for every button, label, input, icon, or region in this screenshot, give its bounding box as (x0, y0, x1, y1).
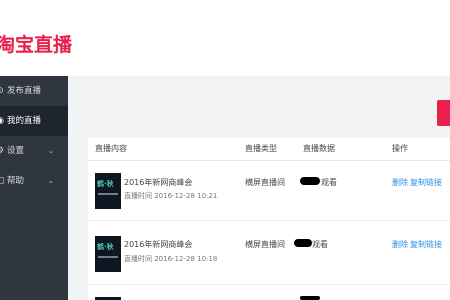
thumbnail-text: 鹤·秋 (97, 180, 114, 188)
sidebar-item-my-live[interactable]: ◉ 我的直播 (0, 106, 68, 136)
column-header-type: 直播类型 (245, 144, 277, 153)
live-icon: ◉ (0, 106, 5, 136)
redacted-count (300, 296, 320, 300)
table-header-divider (88, 160, 450, 161)
redacted-count (300, 177, 320, 185)
sidebar-item-help[interactable]: ▢ 帮助 ⌄ (0, 166, 68, 196)
delete-link[interactable]: 删除 (392, 239, 408, 250)
row-divider (88, 220, 450, 221)
copy-link[interactable]: 复制链接 (410, 177, 442, 188)
header-bar: 淘宝直播 (0, 0, 450, 76)
live-type: 横屏直播间 (245, 178, 285, 187)
copy-link[interactable]: 复制链接 (410, 239, 442, 250)
column-header-data: 直播数据 (303, 144, 335, 153)
live-title: 2016年新网商峰会 (124, 178, 193, 187)
live-data-label: 观看 (312, 240, 328, 249)
chevron-down-icon: ⌄ (48, 147, 54, 155)
live-title: 2016年新网商峰会 (124, 240, 193, 249)
sidebar-item-publish[interactable]: ⊙ 发布直播 (0, 76, 68, 106)
delete-link[interactable]: 删除 (392, 177, 408, 188)
live-list-panel (88, 138, 450, 300)
sidebar-item-label: 我的直播 (7, 116, 42, 126)
thumbnail-decoration (98, 193, 118, 195)
thumbnail-decoration (98, 256, 118, 258)
sidebar-item-settings[interactable]: ⚙ 设置 ⌄ (0, 136, 68, 166)
settings-icon: ⚙ (0, 136, 5, 166)
brand-logo[interactable]: 淘宝直播 (0, 30, 72, 57)
redacted-count (294, 239, 312, 247)
live-thumbnail[interactable]: 鹤·秋 (95, 236, 121, 272)
sidebar-item-label: 设置 (7, 146, 25, 156)
sidebar-item-label: 帮助 (7, 176, 25, 186)
row-divider (88, 284, 450, 285)
create-live-button[interactable] (437, 100, 450, 126)
live-time: 直播时间 2016-12-28 10:18 (124, 255, 218, 263)
live-type: 横屏直播间 (245, 240, 285, 249)
live-thumbnail[interactable]: 鹤·秋 (95, 173, 121, 209)
help-icon: ▢ (0, 166, 5, 196)
sidebar-item-label: 发布直播 (7, 86, 42, 96)
publish-icon: ⊙ (0, 76, 5, 106)
thumbnail-text: 鹤·秋 (97, 243, 114, 251)
column-header-content: 直播内容 (95, 144, 127, 153)
chevron-down-icon: ⌄ (48, 177, 54, 185)
sidebar: ⊙ 发布直播 ◉ 我的直播 ⚙ 设置 ⌄ ▢ 帮助 ⌄ (0, 76, 68, 300)
column-header-actions: 操作 (392, 144, 408, 153)
live-time: 直播时间 2016-12-28 10:21 (124, 192, 218, 200)
live-data-label: 观看 (321, 178, 337, 187)
